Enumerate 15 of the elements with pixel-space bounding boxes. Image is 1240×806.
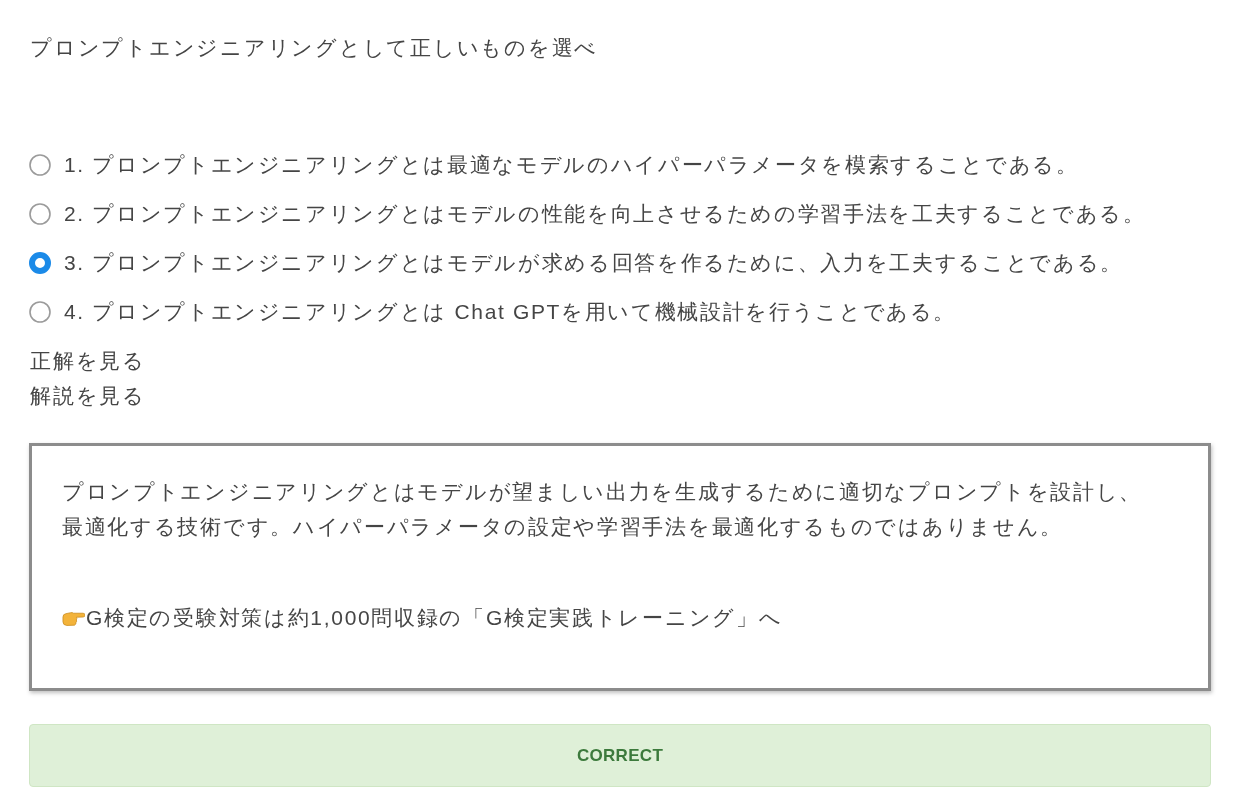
option-label[interactable]: 2. プロンプトエンジニアリングとはモデルの性能を向上させるための学習手法を工夫することである。 [64,198,1146,229]
toggle-link[interactable]: 正解を見る [30,343,146,378]
pointing-hand-icon [62,609,85,626]
radio-button[interactable] [29,202,51,225]
radio-button[interactable] [29,300,51,323]
radio-button[interactable] [29,153,51,176]
option-label[interactable]: 4. プロンプトエンジニアリングとは Chat GPTを用いて機械設計を行うことである。 [64,296,957,327]
option-label[interactable]: 1. プロンプトエンジニアリングとは最適なモデルのハイパーパラメータを模索することである。 [64,149,1079,180]
toggle-link[interactable]: 解説を見る [30,378,146,413]
option-label[interactable]: 3. プロンプトエンジニアリングとはモデルが求める回答を作るために、入力を工夫することである。 [64,247,1123,278]
promo-text: G検定の受験対策は約1,000問収録の「G検定実践トレーニング」へ [86,605,783,631]
explanation-text: プロンプトエンジニアリングとはモデルが望ましい出力を生成するために適切なプロンプトを設計し、最適化する技術です。ハイパーパラメータの設定や学習手法を最適化するものではありません。 [62,479,1144,540]
radio-button[interactable] [29,251,51,274]
question-text: プロンプトエンジニアリングとして正しいものを選べ [30,35,598,61]
result-banner: CORRECT [29,724,1211,787]
